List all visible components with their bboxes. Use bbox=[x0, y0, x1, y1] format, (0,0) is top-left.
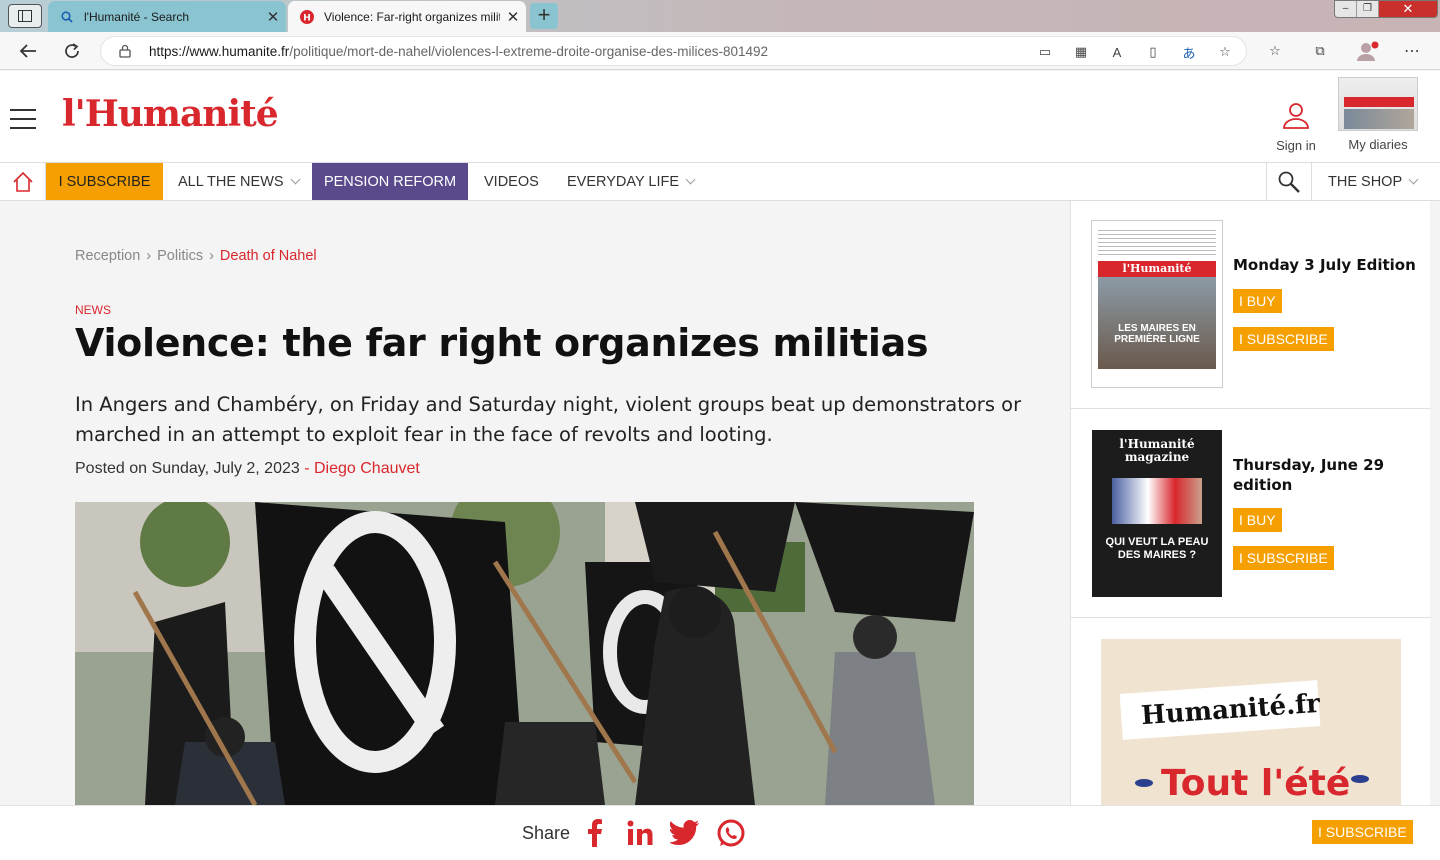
tab-title: l'Humanité - Search bbox=[84, 9, 189, 24]
favorites-icon[interactable]: ☆ bbox=[1265, 41, 1285, 61]
read-aloud-icon[interactable]: A bbox=[1107, 42, 1127, 62]
tab-actions-button[interactable] bbox=[8, 4, 42, 28]
article-date: Sunday, July 2, 2023 bbox=[151, 460, 300, 477]
nav-all-news[interactable]: ALL THE NEWS bbox=[178, 163, 301, 200]
apps-icon[interactable]: ▦ bbox=[1071, 42, 1091, 62]
tab-article[interactable]: H Violence: Far-right organizes militias… bbox=[288, 1, 526, 32]
nav-shop-label: THE SHOP bbox=[1328, 173, 1403, 190]
nav-pension-reform[interactable]: PENSION REFORM bbox=[312, 163, 468, 200]
add-favorite-icon[interactable]: ☆ bbox=[1215, 42, 1235, 62]
svg-text:H: H bbox=[303, 13, 311, 23]
my-diaries-label: My diaries bbox=[1348, 137, 1408, 152]
close-window-icon[interactable]: ✕ bbox=[1379, 1, 1437, 17]
subscribe-button-1[interactable]: I SUBSCRIBE bbox=[1233, 327, 1334, 351]
window-controls: – ❐ ✕ bbox=[1334, 0, 1438, 18]
facebook-icon[interactable] bbox=[580, 818, 610, 848]
browser-toolbar: https://www.humanite.fr/politique/mort-d… bbox=[0, 32, 1440, 70]
more-menu-icon[interactable]: ⋯ bbox=[1402, 41, 1422, 61]
cover-logo: l'Humanité bbox=[1098, 261, 1216, 277]
chevron-right-icon: › bbox=[146, 248, 152, 264]
search-icon[interactable] bbox=[1266, 163, 1312, 200]
user-icon bbox=[1283, 103, 1309, 129]
buy-button-1[interactable]: I BUY bbox=[1233, 289, 1282, 313]
cover-headline: LES MAIRES EN PREMIÈRE LIGNE bbox=[1098, 277, 1216, 369]
url-path: /politique/mort-de-nahel/violences-l-ext… bbox=[289, 44, 769, 59]
tab-title: Violence: Far-right organizes militias bbox=[324, 9, 500, 24]
chevron-down-icon bbox=[685, 174, 696, 185]
collections-icon[interactable]: ⧉ bbox=[1310, 41, 1330, 61]
promo-banner[interactable]: Humanité.fr Tout l'été bbox=[1101, 639, 1401, 805]
nav-videos[interactable]: VIDEOS bbox=[484, 163, 539, 200]
edition-cover-2[interactable]: l'Humanité magazine QUI VEUT LA PEAU DES… bbox=[1092, 430, 1222, 597]
chevron-right-icon: › bbox=[209, 248, 214, 264]
close-icon[interactable]: ✕ bbox=[500, 8, 526, 26]
article-lede: In Angers and Chambéry, on Friday and Sa… bbox=[75, 393, 1022, 446]
humanite-favicon-icon: H bbox=[300, 9, 314, 24]
lock-icon[interactable] bbox=[119, 44, 131, 63]
close-icon[interactable]: ✕ bbox=[260, 8, 286, 26]
share-bar: Share I SUBSCRIBE bbox=[0, 805, 1440, 860]
breadcrumb: Reception › Politics › Death of Nahel bbox=[75, 248, 317, 264]
article-byline: Posted on Sunday, July 2, 2023 - Diego C… bbox=[75, 460, 420, 478]
linkedin-icon[interactable] bbox=[625, 818, 655, 848]
cover-headline: QUI VEUT LA PEAU DES MAIRES ? bbox=[1105, 536, 1209, 561]
buy-button-2[interactable]: I BUY bbox=[1233, 508, 1282, 532]
promo-headline: Tout l'été bbox=[1161, 763, 1351, 804]
refresh-icon[interactable] bbox=[58, 38, 86, 64]
posted-prefix: Posted on bbox=[75, 460, 148, 477]
twitter-icon[interactable] bbox=[670, 818, 700, 848]
reader-icon[interactable]: ▯ bbox=[1143, 42, 1163, 62]
device-icon[interactable]: ▭ bbox=[1035, 42, 1055, 62]
edition-title-1: Monday 3 July Edition bbox=[1233, 256, 1416, 274]
chevron-down-icon bbox=[1408, 174, 1419, 185]
whatsapp-icon[interactable] bbox=[716, 818, 746, 848]
home-icon[interactable] bbox=[0, 163, 46, 200]
nav-everyday-life-label: EVERYDAY LIFE bbox=[567, 173, 680, 190]
url-host: https://www.humanite.fr bbox=[149, 44, 290, 59]
sign-in-button[interactable]: Sign in bbox=[1270, 101, 1322, 153]
nav-all-news-label: ALL THE NEWS bbox=[178, 173, 284, 190]
article-title: Violence: the far right organizes militi… bbox=[75, 321, 929, 365]
sign-in-label: Sign in bbox=[1276, 138, 1316, 153]
bottom-subscribe-button[interactable]: I SUBSCRIBE bbox=[1312, 820, 1413, 844]
back-icon[interactable] bbox=[14, 38, 42, 64]
tab-search[interactable]: l'Humanité - Search ✕ bbox=[48, 1, 286, 32]
translate-icon[interactable]: あ bbox=[1179, 42, 1199, 62]
nav-subscribe[interactable]: I SUBSCRIBE bbox=[46, 163, 163, 200]
nav-everyday-life[interactable]: EVERYDAY LIFE bbox=[567, 163, 696, 200]
hamburger-menu-icon[interactable] bbox=[10, 109, 36, 129]
breadcrumb-politics[interactable]: Politics bbox=[157, 248, 203, 264]
main-navigation: I SUBSCRIBE ALL THE NEWS PENSION REFORM … bbox=[0, 163, 1440, 201]
minimize-icon[interactable]: – bbox=[1335, 1, 1357, 17]
breadcrumb-death-of-nahel[interactable]: Death of Nahel bbox=[220, 248, 317, 264]
share-label: Share bbox=[522, 823, 571, 843]
browser-tab-strip: l'Humanité - Search ✕ H Violence: Far-ri… bbox=[0, 0, 1440, 32]
search-icon bbox=[60, 10, 74, 24]
site-header: l'Humanité Sign in My diaries bbox=[0, 71, 1440, 163]
diary-thumbnail bbox=[1338, 77, 1418, 131]
sidebar: l'Humanité LES MAIRES EN PREMIÈRE LIGNE … bbox=[1070, 201, 1431, 805]
edition-card-2: l'Humanité magazine QUI VEUT LA PEAU DES… bbox=[1071, 409, 1431, 618]
url-text[interactable]: https://www.humanite.fr/politique/mort-d… bbox=[149, 44, 768, 59]
cover-logo: l'Humanité magazine bbox=[1119, 437, 1195, 464]
nav-shop[interactable]: THE SHOP bbox=[1328, 163, 1419, 200]
profile-avatar[interactable] bbox=[1354, 40, 1380, 67]
address-bar[interactable]: https://www.humanite.fr/politique/mort-d… bbox=[100, 36, 1247, 66]
article-photo bbox=[75, 502, 974, 805]
breadcrumb-reception[interactable]: Reception bbox=[75, 248, 140, 264]
chevron-down-icon bbox=[290, 174, 301, 185]
tab-actions-icon bbox=[18, 10, 32, 22]
subscribe-button-2[interactable]: I SUBSCRIBE bbox=[1233, 546, 1334, 570]
edition-card-1: l'Humanité LES MAIRES EN PREMIÈRE LIGNE … bbox=[1071, 201, 1431, 409]
my-diaries-button[interactable]: My diaries bbox=[1336, 77, 1420, 152]
maximize-icon[interactable]: ❐ bbox=[1357, 1, 1379, 17]
edition-title-2: Thursday, June 29 edition bbox=[1233, 456, 1385, 494]
article-kicker[interactable]: NEWS bbox=[75, 303, 111, 317]
site-logo[interactable]: l'Humanité bbox=[62, 93, 279, 135]
edition-cover-1[interactable]: l'Humanité LES MAIRES EN PREMIÈRE LIGNE bbox=[1091, 220, 1223, 388]
article-author[interactable]: - Diego Chauvet bbox=[304, 460, 420, 477]
new-tab-button[interactable]: + bbox=[530, 3, 558, 29]
article-photo-image bbox=[75, 502, 974, 805]
